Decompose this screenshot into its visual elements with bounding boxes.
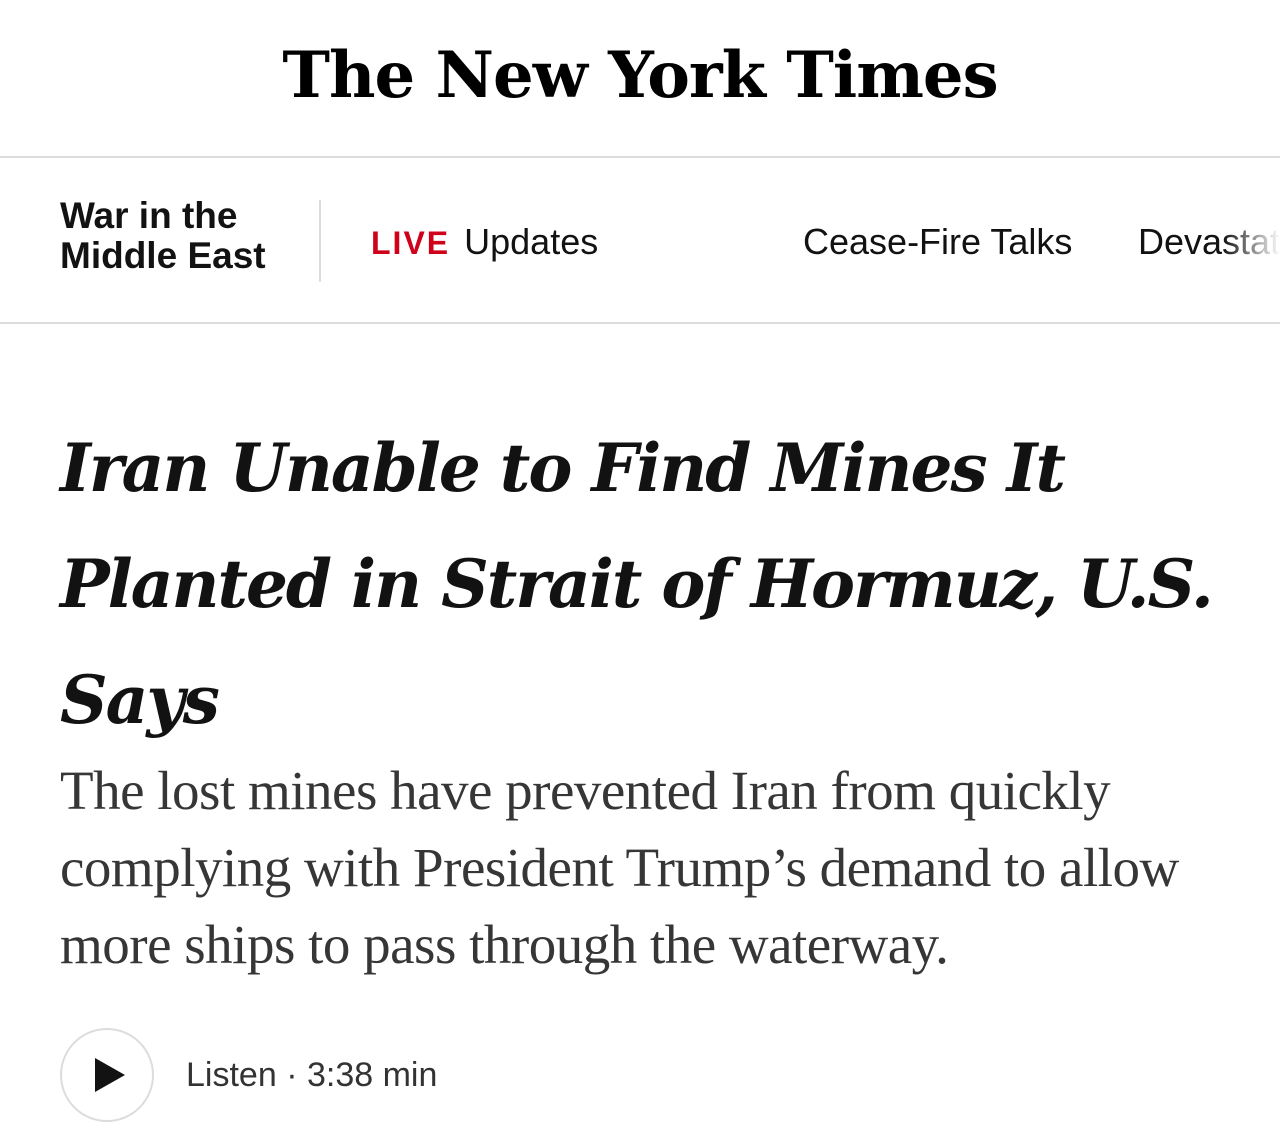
nav-link-cease-fire-talks[interactable]: Cease-Fire Talks <box>803 220 1072 264</box>
listen-separator: · <box>286 1055 298 1094</box>
section-title-line1: War in the <box>60 195 238 236</box>
nav-link-devastation[interactable]: Devastat <box>1138 220 1280 264</box>
nav-link-live-updates[interactable]: LIVE Updates <box>371 220 598 265</box>
article-summary: The lost mines have prevented Iran from … <box>60 760 1179 975</box>
section-nav: War in the Middle East LIVE Updates Cease… <box>0 158 1280 322</box>
section-title-line2: Middle East <box>60 235 266 276</box>
masthead: The New York Times <box>0 0 1280 156</box>
section-title[interactable]: War in the Middle East <box>60 196 300 276</box>
article-headline: Iran Unable to Find Mines It Planted in … <box>60 429 1214 739</box>
play-button[interactable] <box>60 1028 154 1122</box>
play-icon <box>95 1058 125 1092</box>
audio-player: Listen · 3:38 min <box>60 1028 437 1122</box>
nav-link-label: Updates <box>464 221 599 262</box>
nav-divider-bottom <box>0 322 1280 324</box>
nyt-logo[interactable]: The New York Times <box>282 38 998 113</box>
listen-label[interactable]: Listen · 3:38 min <box>186 1056 437 1095</box>
nav-divider <box>319 200 321 282</box>
live-badge: LIVE <box>371 225 451 261</box>
listen-text: Listen <box>186 1055 277 1094</box>
listen-duration: 3:38 min <box>306 1055 438 1094</box>
